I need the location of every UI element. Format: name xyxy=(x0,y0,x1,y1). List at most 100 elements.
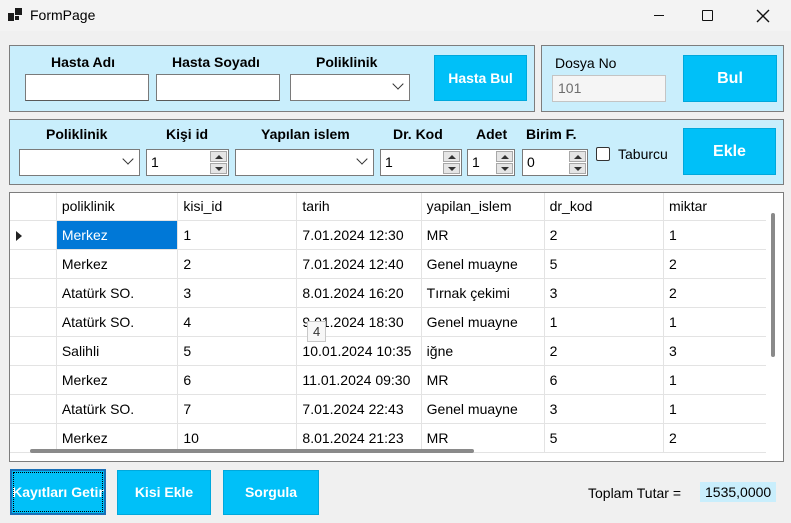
table-cell[interactable]: 2 xyxy=(663,423,783,453)
table-cell[interactable]: 3 xyxy=(177,278,298,308)
table-cell[interactable]: Atatürk SO. xyxy=(56,394,179,424)
row-header[interactable] xyxy=(10,220,57,250)
table-cell[interactable]: Merkez xyxy=(56,423,179,453)
table-cell[interactable]: 8.01.2024 21:23 xyxy=(296,423,422,453)
table-cell[interactable]: 8.01.2024 16:20 xyxy=(296,278,422,308)
vertical-scrollbar[interactable] xyxy=(766,193,783,461)
table-cell[interactable]: 2 xyxy=(177,249,298,279)
table-cell[interactable]: 7 xyxy=(177,394,298,424)
table-cell[interactable]: Salihli xyxy=(56,336,179,366)
table-cell[interactable]: 2 xyxy=(544,336,664,366)
increment-icon[interactable] xyxy=(569,151,586,162)
table-cell[interactable]: 1 xyxy=(663,307,783,337)
column-header[interactable]: kisi_id xyxy=(177,193,298,221)
table-row[interactable]: Merkez 6 11.01.2024 09:30 MR 6 1 xyxy=(10,365,783,395)
table-cell[interactable]: 11.01.2024 09:30 xyxy=(296,365,422,395)
kisi-id-stepper[interactable]: 1 xyxy=(146,149,229,176)
table-row[interactable]: Salihli 5 10.01.2024 10:35 iğne 2 3 xyxy=(10,336,783,366)
dr-kod-stepper[interactable]: 1 xyxy=(380,149,462,176)
decrement-icon[interactable] xyxy=(496,163,513,174)
table-cell[interactable]: 1 xyxy=(544,307,664,337)
table-row[interactable]: Atatürk SO. 3 8.01.2024 16:20 Tırnak çek… xyxy=(10,278,783,308)
decrement-icon[interactable] xyxy=(569,163,586,174)
table-cell[interactable]: 10 xyxy=(177,423,298,453)
table-row[interactable]: Atatürk SO. 4 9.01.2024 18:30 Genel muay… xyxy=(10,307,783,337)
increment-icon[interactable] xyxy=(496,151,513,162)
column-header[interactable]: tarih xyxy=(296,193,422,221)
table-row[interactable]: Merkez 2 7.01.2024 12:40 Genel muayne 5 … xyxy=(10,249,783,279)
bul-button[interactable]: Bul xyxy=(683,55,777,102)
table-cell[interactable]: 7.01.2024 22:43 xyxy=(296,394,422,424)
row-header[interactable] xyxy=(10,365,57,395)
table-cell[interactable]: 2 xyxy=(544,220,664,250)
table-cell[interactable]: Atatürk SO. xyxy=(56,307,179,337)
records-grid[interactable]: poliklinik kisi_id tarih yapilan_islem d… xyxy=(9,192,784,462)
table-cell[interactable]: Merkez xyxy=(56,220,179,250)
table-cell[interactable]: 1 xyxy=(663,220,783,250)
minimize-button[interactable] xyxy=(636,0,682,31)
table-cell[interactable]: Genel muayne xyxy=(421,307,545,337)
table-cell[interactable]: 5 xyxy=(544,249,664,279)
islem-poliklinik-select[interactable] xyxy=(19,149,140,176)
table-cell[interactable]: 3 xyxy=(544,278,664,308)
column-header[interactable]: dr_kod xyxy=(544,193,664,221)
column-header[interactable]: poliklinik xyxy=(56,193,179,221)
table-cell[interactable]: 7.01.2024 12:30 xyxy=(296,220,422,250)
table-row[interactable]: Merkez 1 7.01.2024 12:30 MR 2 1 xyxy=(10,220,783,250)
dosya-no-input[interactable]: 101 xyxy=(552,75,666,102)
row-header[interactable] xyxy=(10,307,57,337)
table-cell[interactable]: Merkez xyxy=(56,249,179,279)
table-cell[interactable]: Genel muayne xyxy=(421,249,545,279)
table-cell[interactable]: Atatürk SO. xyxy=(56,278,179,308)
poliklinik-select[interactable] xyxy=(290,74,410,101)
increment-icon[interactable] xyxy=(210,151,227,162)
table-cell[interactable]: iğne xyxy=(421,336,545,366)
hasta-soyadi-input[interactable] xyxy=(156,74,280,101)
birim-fiyat-stepper[interactable]: 0 xyxy=(522,149,588,176)
table-row[interactable]: Atatürk SO. 7 7.01.2024 22:43 Genel muay… xyxy=(10,394,783,424)
table-cell[interactable]: MR xyxy=(421,365,545,395)
vertical-scroll-thumb[interactable] xyxy=(771,213,775,357)
row-header[interactable] xyxy=(10,336,57,366)
table-cell[interactable]: MR xyxy=(421,423,545,453)
table-cell[interactable]: Merkez xyxy=(56,365,179,395)
table-cell[interactable]: 4 xyxy=(177,307,298,337)
sorgula-button[interactable]: Sorgula xyxy=(223,470,319,515)
adet-stepper[interactable]: 1 xyxy=(467,149,515,176)
row-header[interactable] xyxy=(10,394,57,424)
decrement-icon[interactable] xyxy=(443,163,460,174)
table-cell[interactable]: 1 xyxy=(663,394,783,424)
kisi-ekle-button[interactable]: Kisi Ekle xyxy=(117,470,211,515)
table-cell[interactable]: 2 xyxy=(663,249,783,279)
increment-icon[interactable] xyxy=(443,151,460,162)
row-header[interactable] xyxy=(10,423,57,453)
horizontal-scroll-thumb[interactable] xyxy=(30,449,474,453)
table-cell[interactable]: 1 xyxy=(177,220,298,250)
table-cell[interactable]: 5 xyxy=(177,336,298,366)
table-cell[interactable]: Genel muayne xyxy=(421,394,545,424)
kayitlari-getir-button[interactable]: Kayıtları Getir xyxy=(10,469,106,515)
row-header[interactable] xyxy=(10,249,57,279)
table-cell[interactable]: MR xyxy=(421,220,545,250)
table-cell[interactable]: 3 xyxy=(663,336,783,366)
table-cell[interactable]: Tırnak çekimi xyxy=(421,278,545,308)
column-header[interactable]: miktar xyxy=(663,193,783,221)
table-row[interactable]: Merkez 10 8.01.2024 21:23 MR 5 2 xyxy=(10,423,783,453)
table-cell[interactable]: 3 xyxy=(544,394,664,424)
hasta-bul-button[interactable]: Hasta Bul xyxy=(434,55,527,101)
row-header[interactable] xyxy=(10,278,57,308)
decrement-icon[interactable] xyxy=(210,163,227,174)
table-cell[interactable]: 1 xyxy=(663,365,783,395)
maximize-button[interactable] xyxy=(684,0,730,31)
taburcu-checkbox[interactable] xyxy=(596,147,610,161)
table-cell[interactable]: 5 xyxy=(544,423,664,453)
hasta-adi-input[interactable] xyxy=(25,74,149,101)
close-button[interactable] xyxy=(740,0,786,31)
table-cell[interactable]: 6 xyxy=(177,365,298,395)
ekle-button[interactable]: Ekle xyxy=(683,128,776,175)
column-header[interactable]: yapilan_islem xyxy=(421,193,545,221)
yapilan-islem-select[interactable] xyxy=(235,149,374,176)
table-cell[interactable]: 2 xyxy=(663,278,783,308)
table-cell[interactable]: 7.01.2024 12:40 xyxy=(296,249,422,279)
table-cell[interactable]: 6 xyxy=(544,365,664,395)
